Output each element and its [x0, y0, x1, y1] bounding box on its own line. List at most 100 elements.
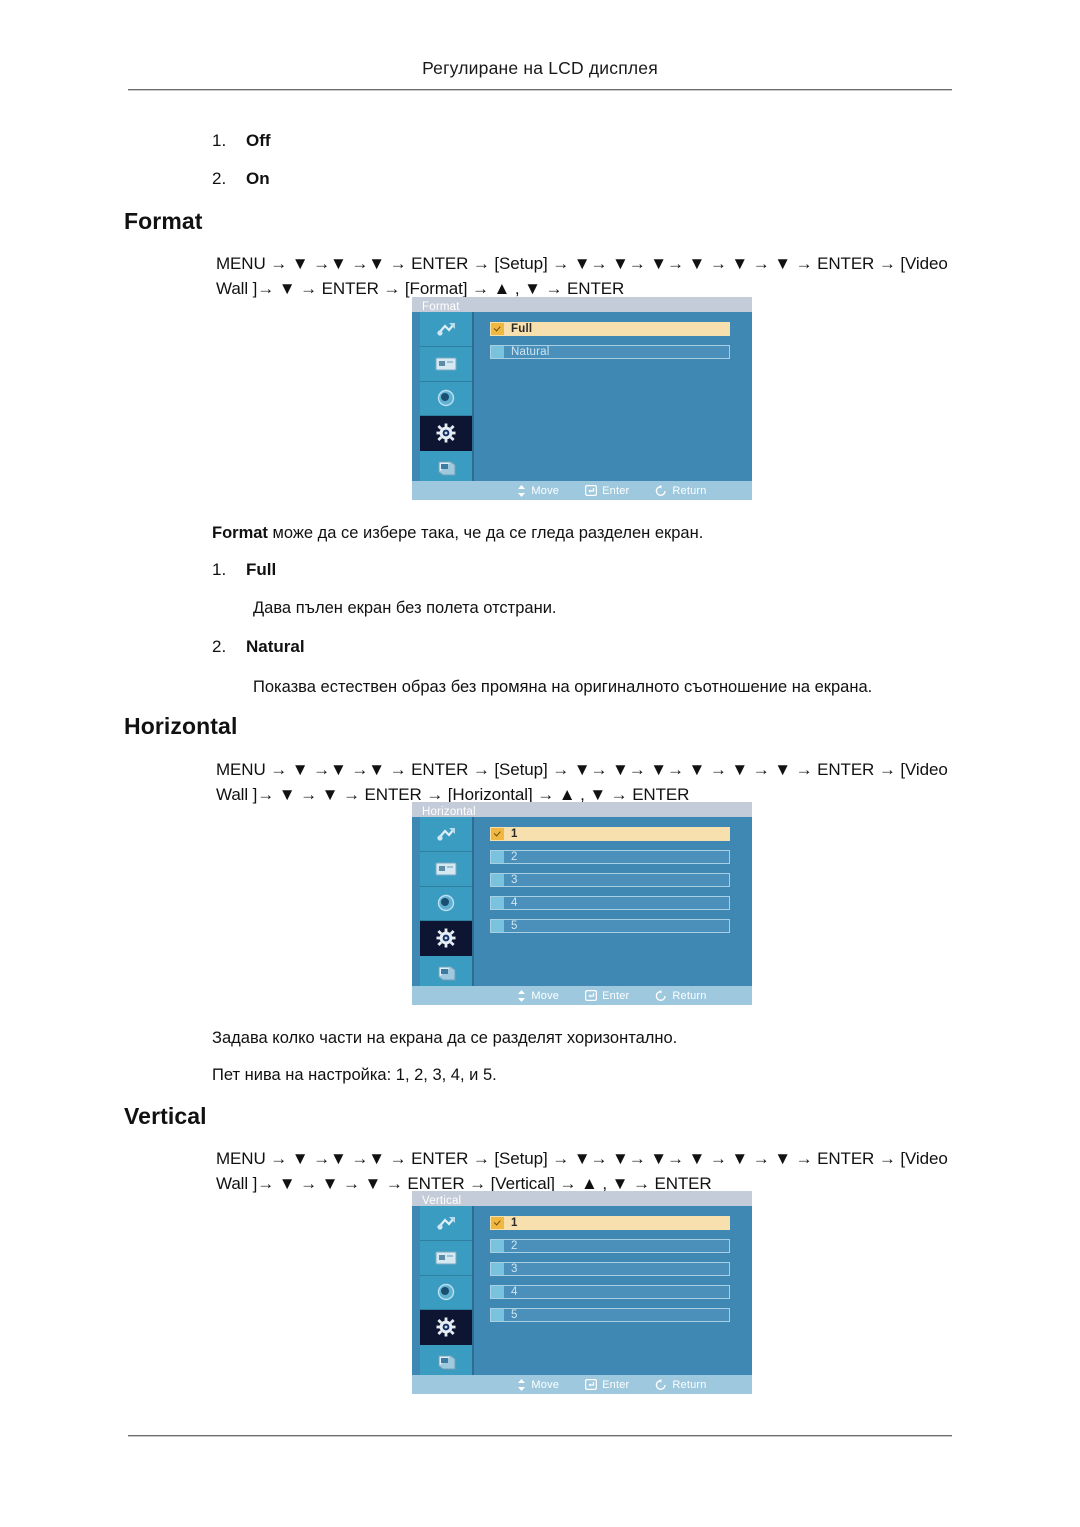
document-page: Регулиране на LCD дисплея 1. Off 2. On For… — [0, 0, 1080, 1527]
setup-gear-icon — [436, 928, 456, 948]
menu-path-vertical: MENU → ▼ →▼ →▼ → ENTER → [Setup] → ▼→ ▼→… — [216, 1146, 968, 1196]
list-item: 2. Natural — [212, 637, 305, 657]
osd-checkbox-icon — [491, 323, 504, 335]
osd-option-row[interactable]: 1 — [490, 827, 730, 841]
osd-sidebar-item-setup[interactable] — [420, 1310, 472, 1346]
osd-checkbox-icon — [491, 828, 504, 840]
move-updown-icon — [517, 989, 526, 1002]
osd-option-list: 1 2 3 4 5 — [490, 827, 730, 942]
osd-status-enter: Enter — [585, 990, 629, 1002]
osd-option-label: Full — [511, 323, 533, 335]
osd-option-label: 4 — [511, 1286, 518, 1298]
osd-option-row[interactable]: Natural — [490, 345, 730, 359]
list-item-number: 1. — [212, 131, 227, 150]
osd-sidebar — [420, 312, 474, 486]
osd-option-row[interactable]: 5 — [490, 1308, 730, 1322]
osd-sidebar-item-screen[interactable] — [420, 346, 472, 382]
menu-path-line-1: MENU → ▼ →▼ →▼ → ENTER → [Setup] → ▼→ ▼→… — [216, 254, 948, 273]
picture-brush-icon — [435, 826, 457, 842]
menu-path-line-1: MENU → ▼ →▼ →▼ → ENTER → [Setup] → ▼→ ▼→… — [216, 760, 948, 779]
osd-sidebar-item-screen[interactable] — [420, 851, 472, 887]
picture-brush-icon — [435, 1215, 457, 1231]
menu-path-horizontal: MENU → ▼ →▼ →▼ → ENTER → [Setup] → ▼→ ▼→… — [216, 757, 968, 807]
format-item-description: Дава пълен екран без полета отстрани. — [253, 597, 557, 619]
osd-option-row[interactable]: 4 — [490, 896, 730, 910]
return-arrow-icon — [655, 1378, 667, 1391]
osd-sidebar-item-screen[interactable] — [420, 1240, 472, 1276]
osd-option-row[interactable]: Full — [490, 322, 730, 336]
osd-screenshot-vertical: Vertical 1 2 3 4 5 Move Enter Return — [412, 1191, 752, 1394]
format-item-description: Показва естествен образ без промяна на о… — [253, 676, 872, 698]
osd-screenshot-format: Format Full Natural Move Enter Return — [412, 297, 752, 500]
format-intro-text: Format може да се избере така, че да се … — [212, 522, 703, 544]
list-item-number: 2. — [212, 637, 227, 656]
enter-key-icon — [585, 990, 598, 1001]
osd-option-list: Full Natural — [490, 322, 730, 368]
audio-speaker-icon — [436, 389, 456, 407]
section-heading-vertical: Vertical — [124, 1103, 207, 1129]
osd-status-move: Move — [517, 1378, 559, 1391]
screen-monitor-icon — [434, 861, 458, 877]
multi-control-icon — [435, 1353, 457, 1371]
osd-checkbox-icon — [491, 1286, 504, 1298]
osd-option-label: 3 — [511, 874, 518, 886]
osd-sidebar-item-setup[interactable] — [420, 921, 472, 957]
osd-status-label: Return — [672, 1378, 707, 1391]
osd-checkbox-icon — [491, 1240, 504, 1252]
header-rule — [128, 89, 952, 91]
osd-option-label: 2 — [511, 1240, 518, 1252]
osd-status-move: Move — [517, 484, 560, 497]
osd-option-row[interactable]: 2 — [490, 1239, 730, 1253]
osd-sidebar-item-audio[interactable] — [420, 886, 472, 922]
osd-status-return: Return — [655, 1378, 707, 1391]
format-item-desc-text: Показва естествен образ без промяна на о… — [253, 678, 873, 696]
screen-monitor-icon — [434, 1250, 458, 1266]
osd-option-row[interactable]: 4 — [490, 1285, 730, 1299]
list-item: 1. Off — [212, 131, 271, 151]
running-head: Регулиране на LCD дисплея — [0, 58, 1080, 79]
osd-checkbox-icon — [491, 1263, 504, 1275]
enter-key-icon — [585, 1379, 598, 1390]
osd-checkbox-icon — [491, 1217, 504, 1229]
osd-status-label: Return — [672, 989, 707, 1002]
osd-sidebar-item-picture[interactable] — [420, 312, 472, 347]
osd-sidebar-item-audio[interactable] — [420, 381, 472, 417]
audio-speaker-icon — [436, 1283, 456, 1301]
osd-status-label: Move — [531, 989, 560, 1002]
format-item-desc-text: Дава пълен екран без полета отстрани. — [253, 599, 557, 617]
format-intro-rest: може да се избере така, че да се гледа р… — [267, 524, 704, 542]
osd-sidebar-item-audio[interactable] — [420, 1275, 472, 1311]
osd-status-enter: Enter — [585, 485, 629, 497]
osd-statusbar: Move Enter Return — [412, 1375, 752, 1394]
osd-option-row[interactable]: 5 — [490, 919, 730, 933]
osd-option-row[interactable]: 3 — [490, 873, 730, 887]
osd-titlebar: Horizontal — [412, 802, 752, 818]
osd-sidebar-item-setup[interactable] — [420, 416, 472, 452]
footer-rule — [128, 1435, 952, 1437]
osd-option-row[interactable]: 3 — [490, 1262, 730, 1276]
osd-status-move: Move — [517, 989, 560, 1002]
osd-option-label: 3 — [511, 1263, 518, 1275]
list-item-label: Off — [246, 131, 271, 150]
list-item: 2. On — [212, 169, 270, 189]
multi-control-icon — [435, 459, 457, 477]
menu-path-format: MENU → ▼ →▼ →▼ → ENTER → [Setup] → ▼→ ▼→… — [216, 251, 968, 301]
move-updown-icon — [517, 484, 526, 497]
osd-sidebar-item-picture[interactable] — [420, 1206, 472, 1241]
osd-sidebar-item-picture[interactable] — [420, 817, 472, 852]
osd-sidebar — [420, 1206, 474, 1380]
list-item-label: Natural — [246, 637, 305, 656]
section-heading-horizontal: Horizontal — [124, 713, 238, 739]
list-item-number: 2. — [212, 169, 227, 188]
list-item-number: 1. — [212, 560, 227, 579]
menu-path-line-2: Wall ]→ ▼ → ENTER → [Format] → ▲ , ▼ → E… — [216, 279, 625, 298]
enter-key-icon — [585, 485, 598, 496]
osd-body: Full Natural — [412, 312, 752, 486]
osd-option-row[interactable]: 2 — [490, 850, 730, 864]
osd-option-label: 1 — [511, 1217, 518, 1229]
move-updown-icon — [517, 1378, 526, 1391]
list-item-label: Full — [246, 560, 277, 579]
osd-status-label: Move — [531, 484, 560, 497]
osd-body: 1 2 3 4 5 — [412, 817, 752, 991]
osd-option-row[interactable]: 1 — [490, 1216, 730, 1230]
